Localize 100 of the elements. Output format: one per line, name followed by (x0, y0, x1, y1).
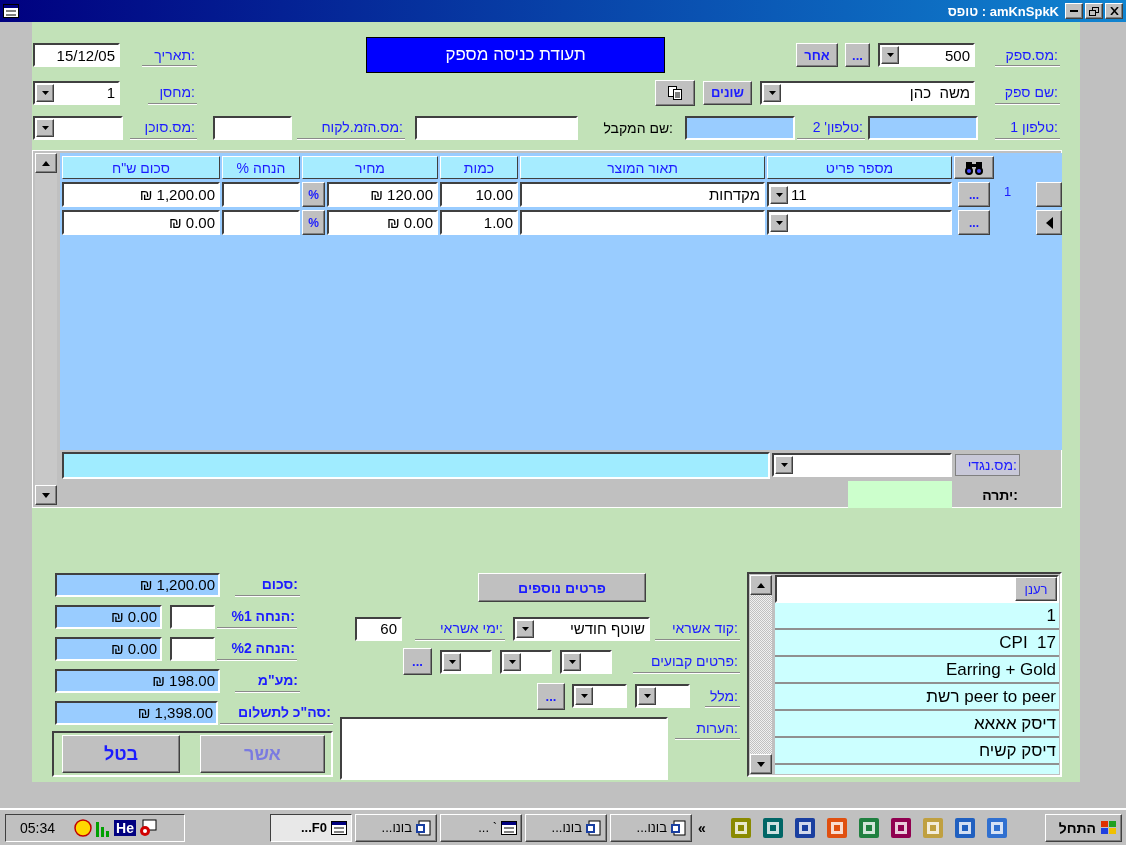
list-item[interactable]: דיסק אאאא (775, 711, 1059, 738)
credit-code-combo[interactable]: שוטף חודשי (513, 616, 650, 641)
description-cell[interactable] (520, 210, 765, 235)
item-number-combo[interactable] (767, 210, 952, 235)
scroll-down-button[interactable] (750, 754, 772, 774)
record-selector[interactable] (1036, 182, 1062, 207)
date-field[interactable]: 15/12/05 (33, 43, 120, 67)
app-icon[interactable] (761, 816, 784, 839)
text-combo[interactable] (635, 684, 690, 708)
discount-cell[interactable] (222, 182, 300, 207)
scrollbar[interactable] (750, 575, 772, 774)
list-item[interactable]: CPI 17 (775, 630, 1059, 657)
caret-icon (448, 659, 456, 664)
column-header: סכום ש"ח (62, 156, 220, 179)
taskbar-button[interactable]: ` ... (440, 813, 522, 842)
action-button[interactable]: בטל (62, 735, 180, 773)
agent-combo[interactable] (33, 115, 123, 140)
taskbar-button[interactable]: בונו... (610, 813, 692, 842)
recipient-field[interactable] (415, 115, 578, 140)
amount-cell[interactable]: ₪ 1,200.00 (62, 182, 220, 207)
account-description-field[interactable] (62, 451, 770, 479)
list-item[interactable]: דיסק קשיח (775, 738, 1059, 765)
filter-field[interactable]: רענן (775, 575, 1059, 603)
amount-cell[interactable]: ₪ 0.00 (62, 210, 220, 235)
find-button[interactable] (954, 156, 994, 179)
phone-field[interactable] (868, 115, 978, 140)
dropdown-button[interactable] (775, 456, 793, 474)
up-arrow-icon (757, 582, 765, 588)
calendar-icon[interactable] (138, 818, 157, 837)
dropdown-button[interactable] (36, 118, 54, 137)
app-icon[interactable] (953, 816, 976, 839)
browse-button[interactable]: ... (537, 682, 565, 710)
scroll-up-button[interactable] (750, 575, 772, 595)
percent-button[interactable]: % (302, 210, 325, 235)
dropdown-button[interactable] (443, 652, 461, 671)
other-button[interactable]: אחר (796, 43, 838, 67)
dropdown-button[interactable] (763, 83, 781, 102)
start-button[interactable]: התחל (1045, 813, 1122, 842)
phone-field[interactable] (685, 115, 795, 140)
app-icon[interactable] (825, 816, 848, 839)
scrollbar[interactable] (35, 153, 57, 505)
supplier-name-combo[interactable]: משה כהן (760, 80, 975, 105)
misc-button[interactable]: שונים (703, 80, 752, 105)
price-cell[interactable]: ₪ 0.00 (327, 210, 438, 235)
overflow-button[interactable]: « (698, 819, 706, 836)
close-button[interactable] (1105, 3, 1123, 19)
fixed-item-combo[interactable] (560, 649, 612, 674)
dropdown-button[interactable] (36, 83, 54, 102)
dropdown-button[interactable] (638, 687, 656, 705)
minimize-button[interactable] (1065, 3, 1083, 19)
description-cell[interactable]: מקדחות (520, 182, 765, 207)
app-icon[interactable] (985, 816, 1008, 839)
refresh-button[interactable]: רענן (1015, 577, 1057, 601)
credit-days-field[interactable]: 60 (355, 616, 402, 641)
taskbar-button[interactable]: בונו... (525, 813, 607, 842)
fixed-item-combo[interactable] (440, 649, 492, 674)
price-cell[interactable]: ₪ 120.00 (327, 182, 438, 207)
language-indicator[interactable]: He (114, 819, 136, 836)
discount-cell[interactable] (222, 210, 300, 235)
fixed-item-combo[interactable] (500, 649, 552, 674)
scroll-down-button[interactable] (35, 485, 57, 505)
list-item[interactable]: רשת peer to peer (775, 684, 1059, 711)
copy-button[interactable] (655, 79, 695, 106)
dropdown-button[interactable] (563, 652, 581, 671)
quantity-cell[interactable]: 10.00 (440, 182, 518, 207)
discount-percent-field[interactable] (170, 636, 215, 661)
quantity-cell[interactable]: 1.00 (440, 210, 518, 235)
browse-button[interactable]: ... (958, 182, 990, 207)
list-item[interactable]: 1 (775, 603, 1059, 630)
browse-button[interactable]: ... (403, 648, 432, 675)
customer-order-field[interactable] (213, 115, 292, 140)
notes-field[interactable] (340, 717, 668, 780)
taskbar-button[interactable]: F0... (270, 813, 352, 842)
supplier-number-combo[interactable]: 500 (878, 43, 975, 67)
app-icon[interactable] (729, 816, 752, 839)
status-icon[interactable] (74, 818, 93, 837)
app-icon[interactable] (793, 816, 816, 839)
dropdown-button[interactable] (770, 185, 788, 204)
item-number-combo[interactable]: 11 (767, 182, 952, 207)
app-icon[interactable] (857, 816, 880, 839)
warehouse-combo[interactable]: 1 (33, 80, 120, 105)
dropdown-button[interactable] (503, 652, 521, 671)
more-details-button[interactable]: פרטים נוספים (478, 573, 646, 602)
dropdown-button[interactable] (881, 46, 899, 64)
counter-account-combo[interactable] (772, 453, 952, 477)
restore-button[interactable] (1085, 3, 1103, 19)
record-selector[interactable] (1036, 210, 1062, 235)
current-record-icon (1045, 216, 1053, 229)
dropdown-button[interactable] (770, 213, 788, 232)
discount-percent-field[interactable] (170, 604, 215, 629)
dropdown-button[interactable] (575, 687, 593, 705)
dropdown-button[interactable] (516, 619, 534, 638)
browse-button[interactable]: ... (958, 210, 990, 235)
percent-button[interactable]: % (302, 182, 325, 207)
browse-button[interactable]: ... (845, 43, 870, 67)
scroll-up-button[interactable] (35, 153, 57, 173)
text-combo[interactable] (572, 684, 627, 708)
taskbar-button[interactable]: בונו... (355, 813, 437, 842)
list-item[interactable]: Earring + Gold (775, 657, 1059, 684)
app-icon[interactable] (889, 816, 912, 839)
